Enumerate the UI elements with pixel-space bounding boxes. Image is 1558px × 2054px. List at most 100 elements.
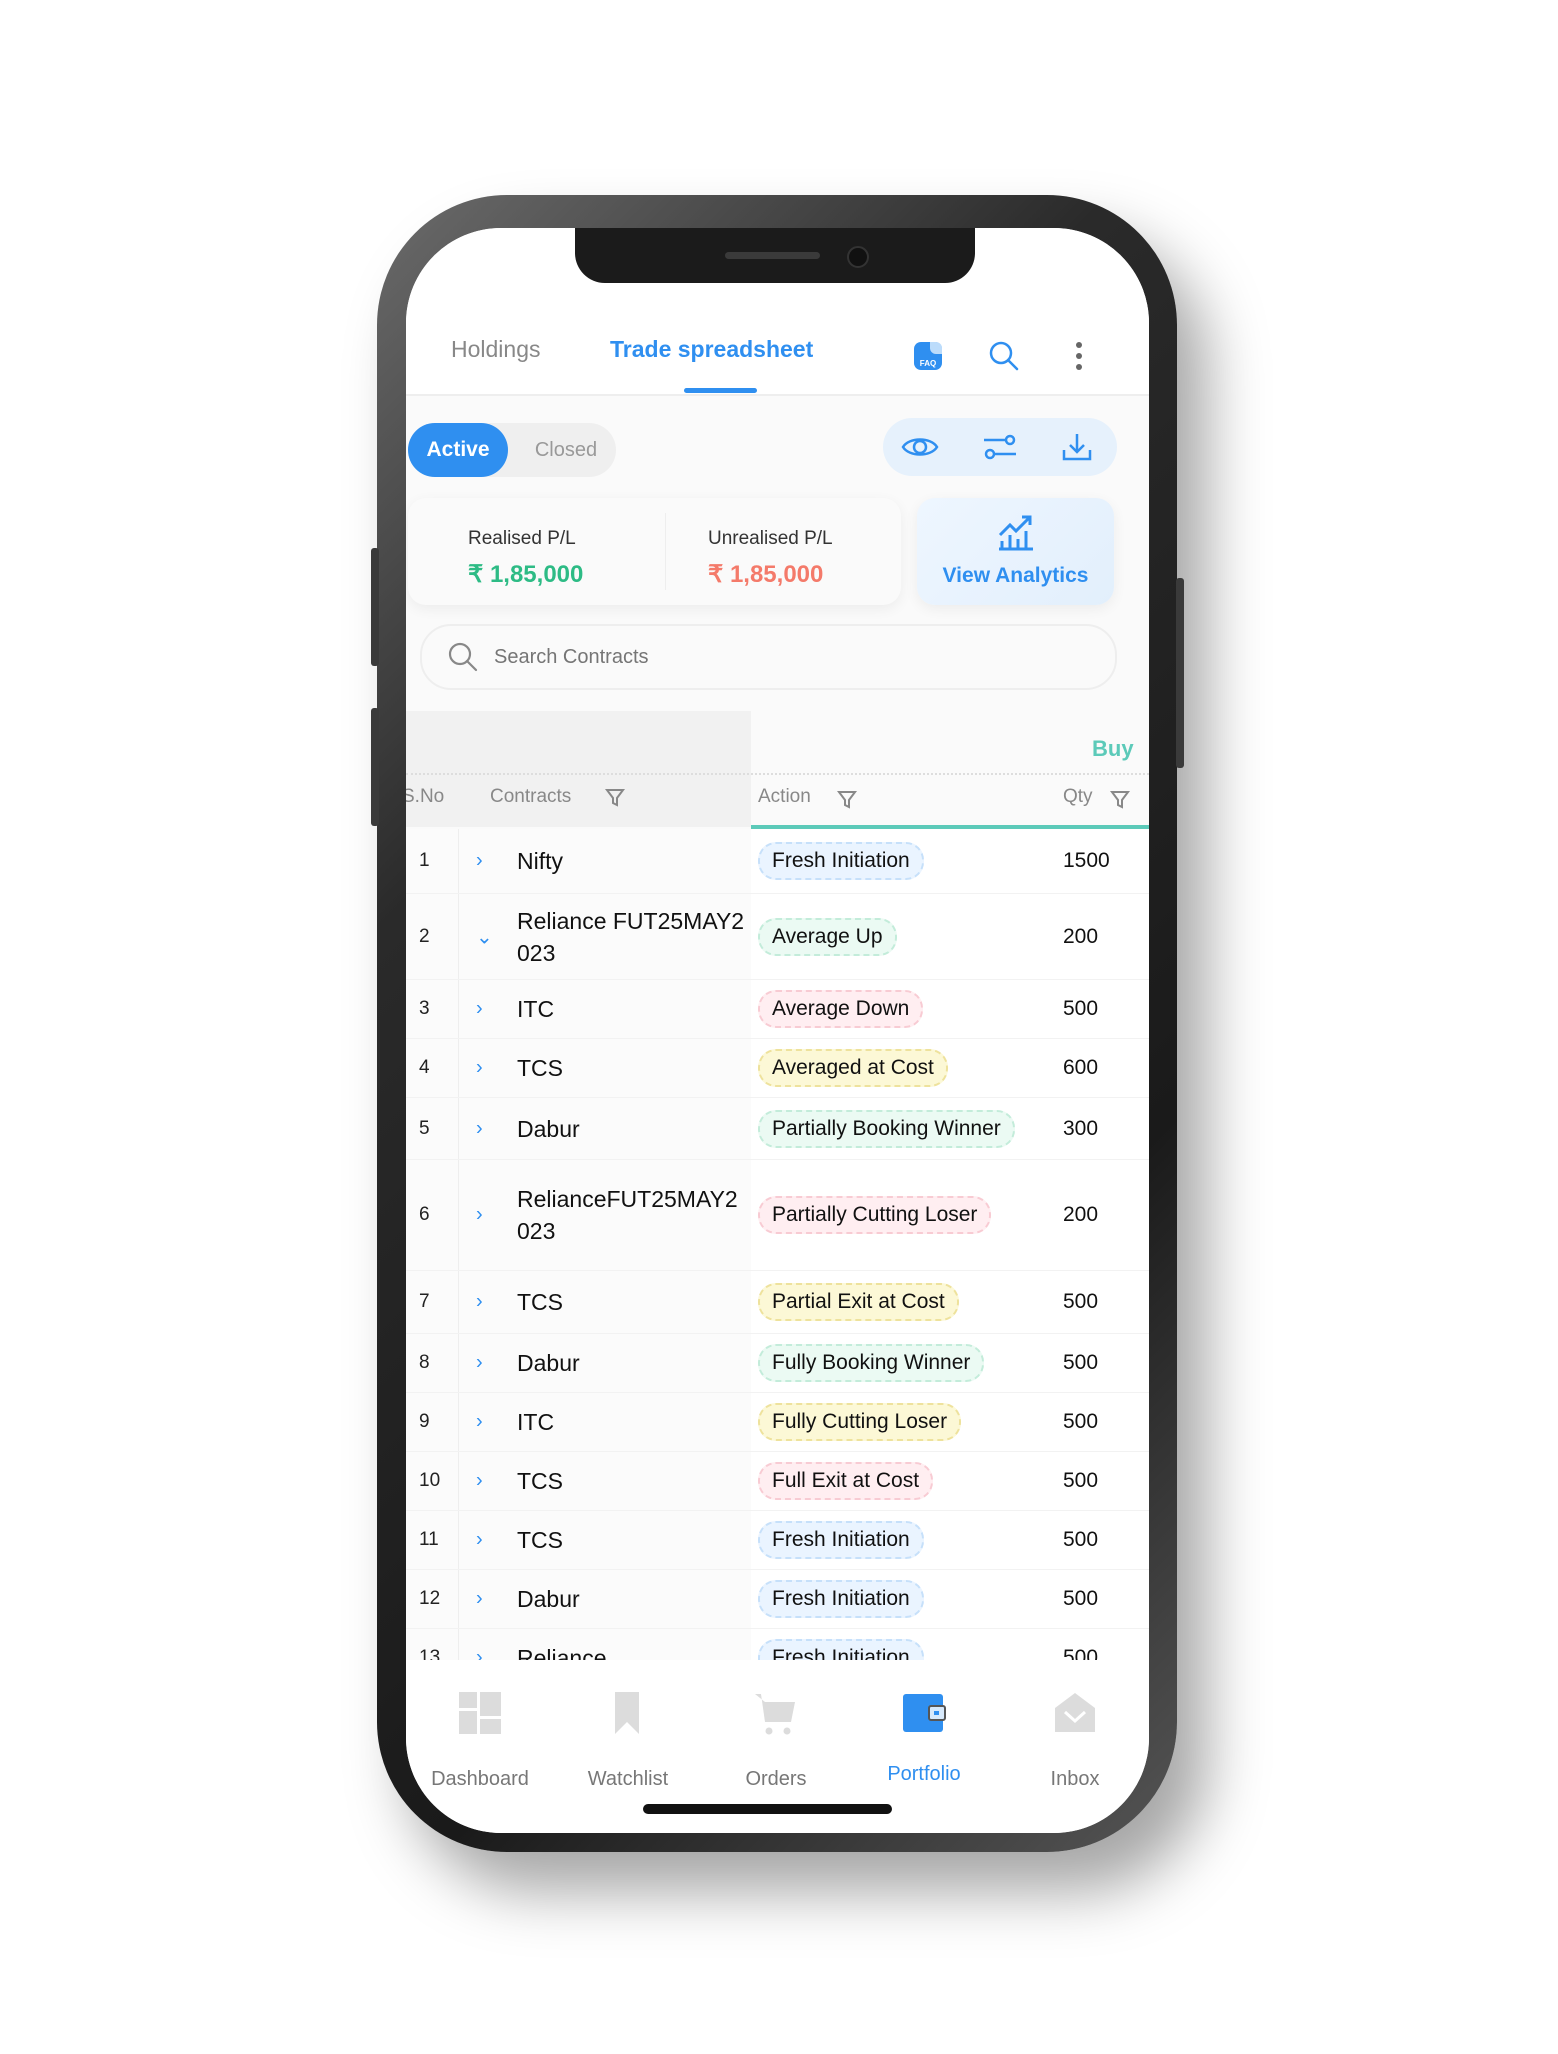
table-row[interactable]: 9 › ITC Fully Cutting Loser 500 [406,1393,1149,1452]
row-sno: 8 [419,1352,430,1373]
action-badge: Averaged at Cost [758,1049,948,1087]
chevron-right-icon[interactable]: › [476,1647,483,1661]
table-row[interactable]: 10 › TCS Full Exit at Cost 500 [406,1452,1149,1511]
row-contract[interactable]: ITC [517,993,747,1025]
column-header-qty[interactable]: Qty [1063,786,1093,808]
nav-item-watchlist[interactable]: Watchlist [558,1660,698,1810]
filter-icon[interactable] [1109,788,1131,810]
faq-icon[interactable]: FAQ [910,338,946,374]
search-contracts-input[interactable] [492,638,1096,676]
row-contract[interactable]: TCS [517,1524,747,1556]
table-row[interactable]: 3 › ITC Average Down 500 [406,980,1149,1039]
table-row[interactable]: 2 ⌄ Reliance FUT25MAY2023 Average Up 200 [406,894,1149,980]
toggle-closed[interactable]: Closed [516,423,616,477]
active-closed-toggle: Active Closed [408,423,616,477]
table-row[interactable]: 7 › TCS Partial Exit at Cost 500 [406,1271,1149,1334]
column-divider [458,1271,459,1333]
unrealised-pl-label: Unrealised P/L [708,528,833,549]
column-header-sno: S.No [406,786,445,807]
action-badge: Full Exit at Cost [758,1462,934,1500]
table-row[interactable]: 1 › Nifty Fresh Initiation 1500 [406,829,1149,894]
table-row[interactable]: 4 › TCS Averaged at Cost 600 [406,1039,1149,1098]
phone-screen: Holdings Trade spreadsheet FAQ Active Cl… [406,228,1149,1833]
sliders-icon[interactable] [980,429,1020,465]
row-contract[interactable]: TCS [517,1465,747,1497]
dashboard-icon [457,1690,503,1736]
view-analytics-button[interactable]: View Analytics [917,498,1114,605]
chevron-right-icon[interactable]: › [476,1588,483,1611]
chevron-right-icon[interactable]: › [476,1291,483,1314]
filter-icon[interactable] [604,786,626,808]
row-contract[interactable]: Dabur [517,1113,747,1145]
chevron-right-icon[interactable]: › [476,1117,483,1140]
table-row[interactable]: 5 › Dabur Partially Booking Winner 300 [406,1098,1149,1160]
column-divider [458,1098,459,1159]
row-contract[interactable]: Reliance [517,1642,747,1660]
search-icon[interactable] [986,338,1022,374]
download-icon[interactable] [1057,429,1097,465]
action-badge: Fully Booking Winner [758,1344,985,1382]
row-qty: 300 [1063,1116,1099,1140]
row-sno: 9 [419,1411,430,1432]
home-indicator [643,1804,892,1814]
toggle-active[interactable]: Active [408,423,508,477]
column-header-contracts[interactable]: Contracts [490,786,571,808]
column-divider [458,1629,459,1660]
tab-trade-spreadsheet[interactable]: Trade spreadsheet [610,336,813,363]
frozen-column-header-bg [406,711,751,827]
row-qty: 500 [1063,1528,1099,1551]
row-contract[interactable]: RelianceFUT25MAY2023 [517,1183,747,1247]
row-contract[interactable]: Dabur [517,1583,747,1615]
nav-item-portfolio[interactable]: Portfolio [854,1660,994,1810]
row-qty: 1500 [1063,849,1110,872]
filter-icon[interactable] [836,788,858,810]
column-divider [458,980,459,1038]
chevron-right-icon[interactable]: › [476,1352,483,1375]
table-row[interactable]: 6 › RelianceFUT25MAY2023 Partially Cutti… [406,1160,1149,1271]
chevron-down-icon[interactable]: ⌄ [476,924,493,949]
more-vertical-icon[interactable] [1066,338,1092,374]
column-divider [458,1334,459,1392]
chevron-right-icon[interactable]: › [476,850,483,873]
row-contract[interactable]: Nifty [517,845,747,877]
chevron-right-icon[interactable]: › [476,1057,483,1080]
column-divider [458,1511,459,1569]
row-sno: 4 [419,1057,430,1078]
column-divider [458,1570,459,1628]
inbox-icon [1052,1690,1098,1736]
nav-item-inbox[interactable]: Inbox [1005,1660,1145,1810]
row-sno: 13 [419,1647,441,1660]
table-row[interactable]: 11 › TCS Fresh Initiation 500 [406,1511,1149,1570]
row-contract[interactable]: ITC [517,1406,747,1438]
row-contract[interactable]: Reliance FUT25MAY2023 [517,905,747,969]
table-row[interactable]: 13 › Reliance Fresh Initiation 500 [406,1629,1149,1660]
row-contract[interactable]: TCS [517,1286,747,1318]
chevron-right-icon[interactable]: › [476,1529,483,1552]
nav-item-orders[interactable]: Orders [706,1660,846,1810]
nav-item-dashboard[interactable]: Dashboard [410,1660,550,1810]
row-qty: 600 [1063,1056,1099,1079]
action-badge: Fresh Initiation [758,1521,924,1559]
active-tab-indicator [684,388,757,393]
row-contract[interactable]: TCS [517,1052,747,1084]
row-sno: 5 [419,1117,430,1139]
table-row[interactable]: 8 › Dabur Fully Booking Winner 500 [406,1334,1149,1393]
chevron-right-icon[interactable]: › [476,1204,483,1227]
tab-holdings[interactable]: Holdings [451,336,541,363]
column-divider [458,1452,459,1510]
row-contract[interactable]: Dabur [517,1347,747,1379]
buy-group-label: Buy [1092,736,1134,761]
column-divider [458,1039,459,1097]
action-badge: Average Down [758,990,924,1028]
chevron-right-icon[interactable]: › [476,1470,483,1493]
chevron-right-icon[interactable]: › [476,998,483,1021]
table-row[interactable]: 12 › Dabur Fresh Initiation 500 [406,1570,1149,1629]
column-header-action[interactable]: Action [758,786,811,808]
view-analytics-label: View Analytics [942,564,1089,587]
eye-icon[interactable] [900,429,940,465]
row-sno: 1 [419,850,430,871]
chevron-right-icon[interactable]: › [476,1411,483,1434]
nav-label: Portfolio [887,1763,961,1785]
wallet-icon [901,1690,947,1736]
column-divider [458,1393,459,1451]
